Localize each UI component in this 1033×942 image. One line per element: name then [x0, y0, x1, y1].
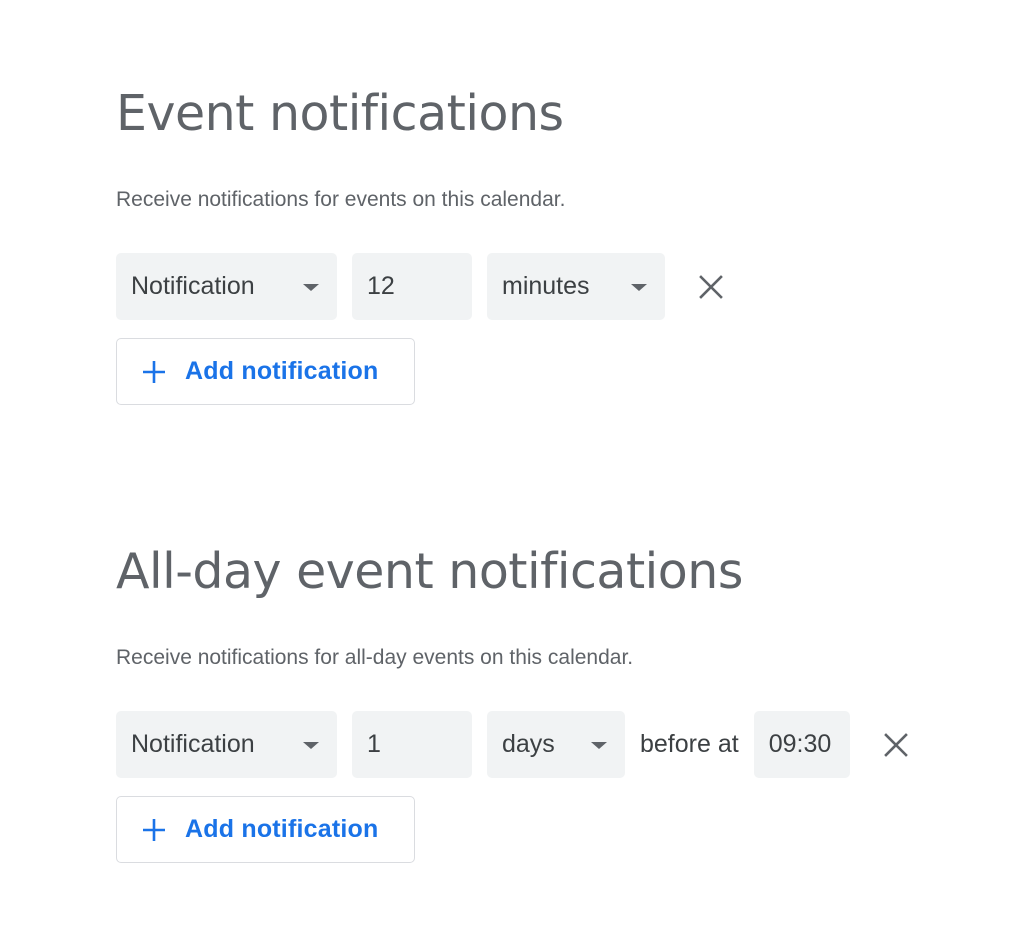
notification-time-input[interactable]: 09:30: [753, 711, 850, 778]
section-description: Receive notifications for events on this…: [116, 188, 566, 211]
notification-unit-select[interactable]: minutes: [487, 253, 665, 320]
section-title: Event notifications: [116, 85, 564, 142]
notification-amount-input[interactable]: 1: [352, 711, 472, 778]
notification-amount-input[interactable]: 12: [352, 253, 472, 320]
notification-unit-value: minutes: [502, 272, 590, 300]
add-notification-button[interactable]: Add notification: [116, 338, 415, 405]
close-icon: [883, 732, 908, 757]
section-title: All-day event notifications: [116, 543, 743, 600]
close-icon: [699, 274, 723, 299]
notification-unit-select[interactable]: days: [487, 711, 625, 778]
add-notification-button[interactable]: Add notification: [116, 796, 415, 863]
notification-type-value: Notification: [131, 272, 255, 300]
notification-amount-value: 1: [367, 730, 381, 758]
section-description: Receive notifications for all-day events…: [116, 646, 634, 669]
chevron-down-icon: [631, 283, 647, 291]
notification-type-select[interactable]: Notification: [116, 711, 337, 778]
notification-time-value: 09:30: [768, 730, 832, 758]
all-day-notifications-section: All-day event notifications Receive noti…: [116, 542, 908, 863]
plus-icon: [141, 817, 167, 843]
remove-notification-button[interactable]: [688, 264, 734, 310]
remove-notification-button[interactable]: [873, 722, 919, 768]
notification-amount-value: 12: [367, 272, 395, 300]
add-notification-label: Add notification: [185, 357, 379, 385]
chevron-down-icon: [303, 741, 319, 749]
notification-type-select[interactable]: Notification: [116, 253, 337, 320]
notification-unit-value: days: [502, 730, 555, 758]
chevron-down-icon: [303, 283, 319, 291]
notification-row: Notification 12 minutes: [116, 253, 734, 320]
plus-icon: [141, 359, 167, 385]
event-notifications-section: Event notifications Receive notification…: [116, 84, 723, 405]
chevron-down-icon: [591, 741, 607, 749]
notification-row: Notification 1 days before at 09:30: [116, 711, 919, 778]
add-notification-label: Add notification: [185, 815, 379, 843]
notification-type-value: Notification: [131, 730, 255, 758]
before-at-label: before at: [640, 730, 739, 758]
